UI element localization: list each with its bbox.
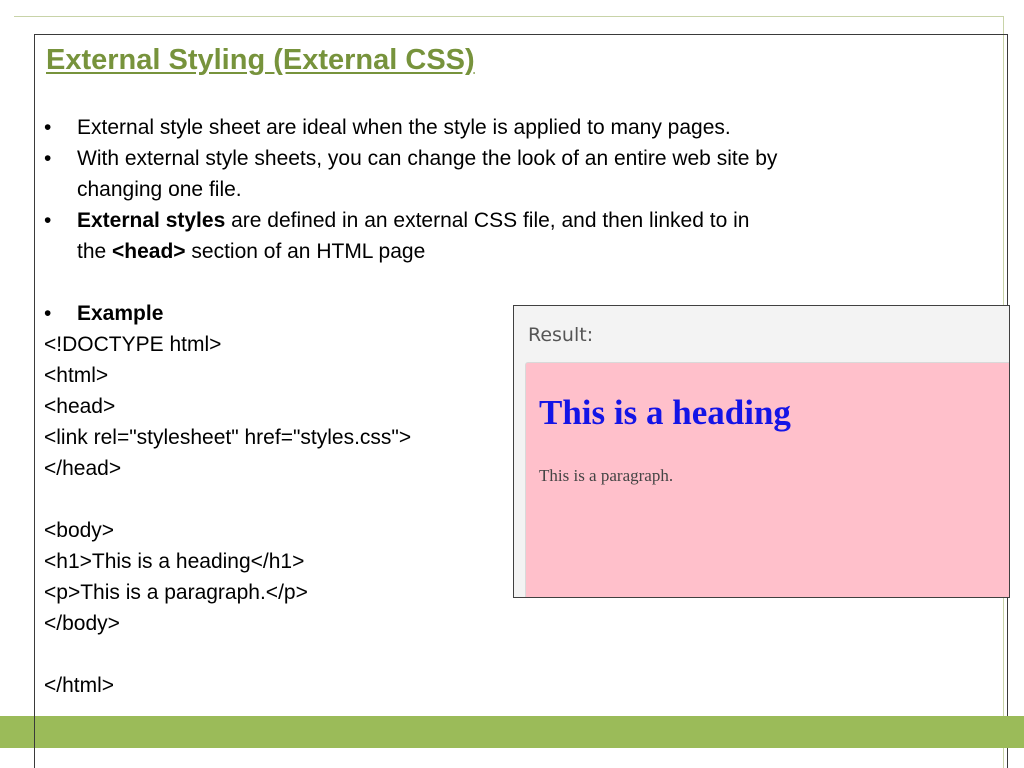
slide-title: External Styling (External CSS) [46,44,475,76]
bullet-bold-term: External styles [77,209,226,232]
bullet-text: External style sheet are ideal when the … [77,116,731,139]
bullet-icon: • [44,302,52,325]
bullet-line: With external style sheets, you can chan… [77,147,778,170]
bullet-icon: • [44,116,52,139]
bullet-icon: • [44,209,52,232]
footer-band [0,716,1024,748]
bullet-line-prefix: the [77,240,113,263]
bullet-item: • External styles are defined in an exte… [44,205,944,267]
result-preview: This is a heading This is a paragraph. [525,362,1009,597]
result-heading: This is a heading [539,393,791,432]
code-line: </body> [44,612,120,635]
bullet-line: changing one file. [77,178,242,201]
result-panel: Result: This is a heading This is a para… [513,305,1010,598]
result-label: Result: [528,324,594,346]
bullet-line: the <head> section of an HTML page [77,236,944,267]
bullet-line-text: are defined in an external CSS file, and… [225,209,750,232]
bullet-icon: • [44,147,52,170]
bullet-text: With external style sheets, you can chan… [77,143,944,205]
bullet-line-suffix: section of an HTML page [185,240,426,263]
result-paragraph: This is a paragraph. [539,466,674,485]
bullet-item: • External style sheet are ideal when th… [44,112,944,143]
bullet-bold-tag: <head> [112,240,186,263]
footer-divider [34,716,35,768]
bullet-text: External styles are defined in an extern… [77,205,944,267]
bullet-line: External styles are defined in an extern… [77,205,944,236]
bullet-item: • With external style sheets, you can ch… [44,143,944,205]
code-line: </html> [44,674,115,697]
slide: External Styling (External CSS) • Extern… [0,0,1024,768]
